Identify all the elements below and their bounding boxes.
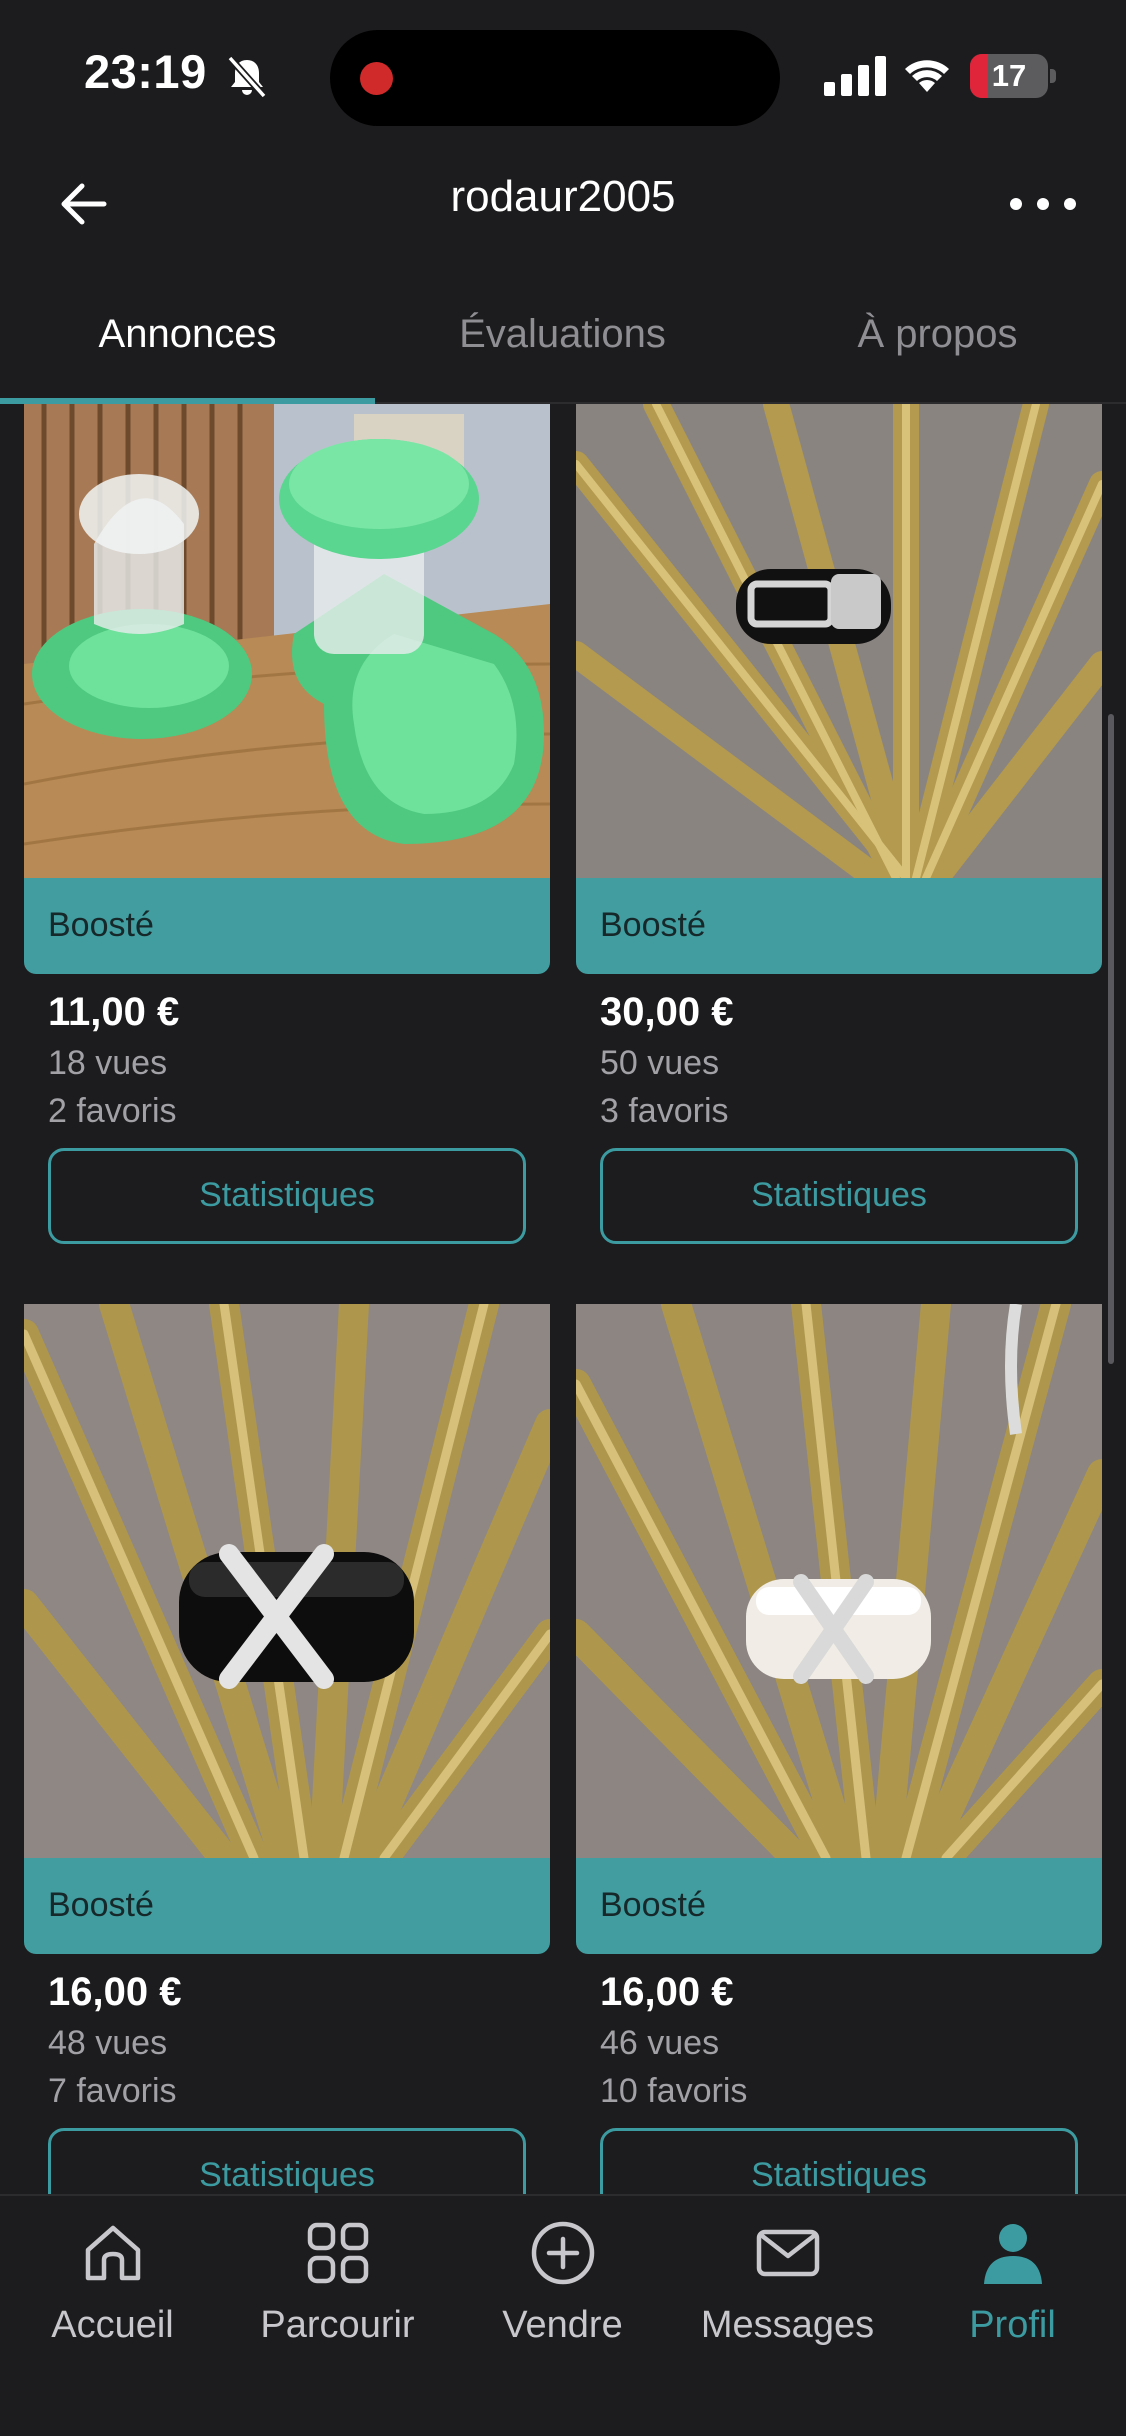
scrollbar[interactable] xyxy=(1108,714,1114,1364)
listing-card[interactable]: Boosté 30,00 € 50 vues 3 favoris Statist… xyxy=(576,404,1102,1244)
tab-annonces[interactable]: Annonces xyxy=(0,312,375,357)
listing-price: 16,00 € xyxy=(48,1970,182,2014)
mail-icon xyxy=(756,2229,820,2277)
nav-item-parcourir[interactable]: Parcourir xyxy=(225,2196,450,2376)
battery-level: 17 xyxy=(991,58,1027,93)
boosted-banner: Boosté xyxy=(24,878,550,974)
nav-label: Accueil xyxy=(51,2304,174,2346)
nav-label: Vendre xyxy=(502,2304,623,2346)
boosted-label: Boosté xyxy=(48,906,154,944)
plus-circle-icon xyxy=(531,2221,595,2285)
dynamic-island xyxy=(330,30,780,126)
person-icon xyxy=(984,2224,1042,2284)
listing-photo[interactable] xyxy=(576,1304,1102,1858)
listing-favorites: 3 favoris xyxy=(600,1092,729,1130)
listing-favorites: 7 favoris xyxy=(48,2072,177,2110)
statistics-button[interactable]: Statistiques xyxy=(48,1148,526,1244)
listing-favorites: 2 favoris xyxy=(48,1092,177,1130)
status-bar: 23:19 17 xyxy=(0,0,1126,150)
listing-card[interactable]: Boosté 16,00 € 46 vues 10 favoris Statis… xyxy=(576,1304,1102,2194)
nav-item-messages[interactable]: Messages xyxy=(675,2196,900,2376)
nav-item-profil[interactable]: Profil xyxy=(900,2196,1125,2376)
listing-card[interactable]: Boosté 16,00 € 48 vues 7 favoris Statist… xyxy=(24,1304,550,2194)
battery-indicator: 17 xyxy=(970,54,1056,98)
bell-muted-icon xyxy=(227,55,267,99)
bottom-navigation: Accueil Parcourir Vendre Messages Profil xyxy=(0,2194,1126,2436)
nav-label: Profil xyxy=(969,2304,1056,2346)
more-options-icon[interactable] xyxy=(1008,186,1078,222)
listing-price: 30,00 € xyxy=(600,990,734,1034)
tab-a-propos[interactable]: À propos xyxy=(750,312,1125,357)
wifi-icon xyxy=(905,60,949,92)
listings-grid: Boosté 11,00 € 18 vues 2 favoris Statist… xyxy=(0,404,1126,2194)
profile-tabs: Annonces Évaluations À propos xyxy=(0,280,1126,404)
screen: 23:19 17 rodaur2005 Annonces Évaluations… xyxy=(0,0,1126,2436)
listing-views: 48 vues xyxy=(48,2024,168,2062)
grid-icon xyxy=(307,2222,369,2284)
boosted-banner: Boosté xyxy=(576,1858,1102,1954)
listing-photo[interactable] xyxy=(576,404,1102,878)
cellular-signal-icon xyxy=(824,56,886,96)
listing-views: 18 vues xyxy=(48,1044,168,1082)
nav-item-accueil[interactable]: Accueil xyxy=(0,2196,225,2376)
boosted-label: Boosté xyxy=(600,1886,706,1924)
statistics-button[interactable]: Statistiques xyxy=(600,2128,1078,2194)
listing-views: 50 vues xyxy=(600,1044,720,1082)
listing-price: 11,00 € xyxy=(48,990,180,1034)
listing-views: 46 vues xyxy=(600,2024,720,2062)
status-time: 23:19 xyxy=(84,45,207,98)
statistics-button[interactable]: Statistiques xyxy=(600,1148,1078,1244)
boosted-label: Boosté xyxy=(48,1886,154,1924)
nav-label: Parcourir xyxy=(260,2304,415,2346)
boosted-banner: Boosté xyxy=(576,878,1102,974)
nav-label: Messages xyxy=(700,2304,875,2346)
listing-photo[interactable] xyxy=(24,404,550,878)
boosted-banner: Boosté xyxy=(24,1858,550,1954)
nav-item-vendre[interactable]: Vendre xyxy=(450,2196,675,2376)
nav-header: rodaur2005 xyxy=(0,150,1126,260)
listing-photo[interactable] xyxy=(24,1304,550,1858)
home-icon xyxy=(85,2225,141,2281)
listing-price: 16,00 € xyxy=(600,1970,734,2014)
boosted-label: Boosté xyxy=(600,906,706,944)
listing-favorites: 10 favoris xyxy=(600,2072,748,2110)
statistics-button[interactable]: Statistiques xyxy=(48,2128,526,2194)
listing-card[interactable]: Boosté 11,00 € 18 vues 2 favoris Statist… xyxy=(24,404,550,1244)
recording-indicator xyxy=(360,62,393,95)
page-title: rodaur2005 xyxy=(450,172,676,221)
tab-evaluations[interactable]: Évaluations xyxy=(375,312,750,357)
